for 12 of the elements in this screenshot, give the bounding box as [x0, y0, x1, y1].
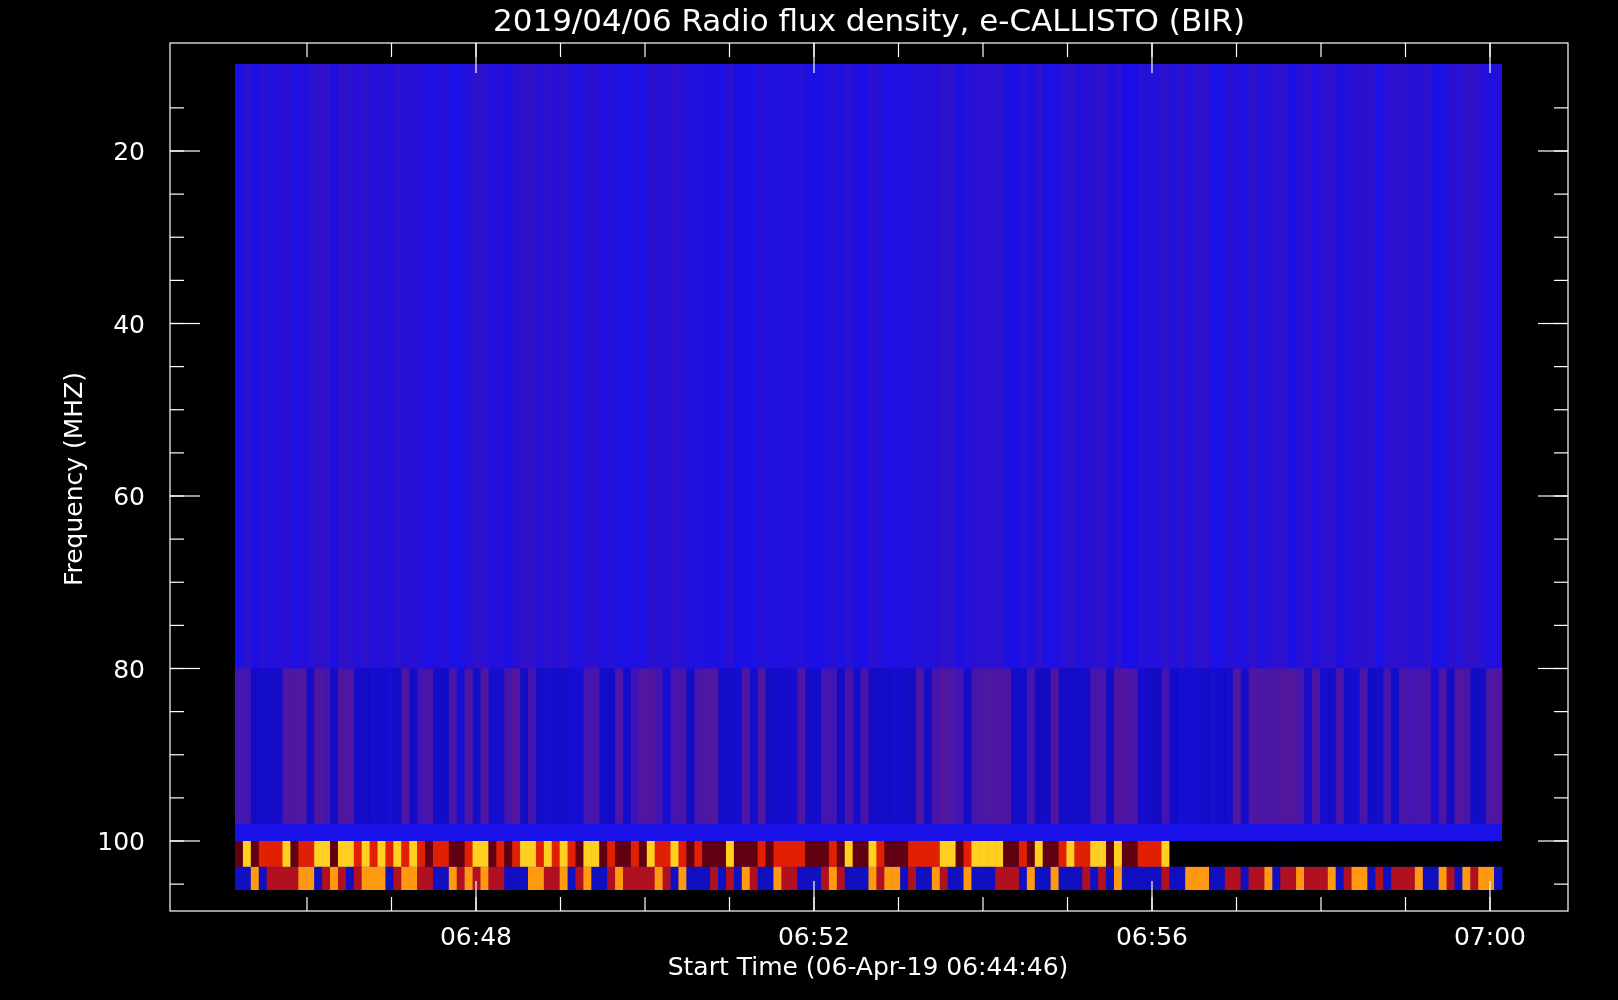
- y-tick-label: 80: [113, 654, 145, 684]
- x-tick-label: 06:56: [1116, 922, 1188, 951]
- plot-title: 2019/04/06 Radio flux density, e-CALLISTO (BIR): [493, 2, 1245, 38]
- y-tick-label: 60: [113, 482, 145, 511]
- y-axis-label: Frequency (MHZ): [59, 371, 88, 587]
- x-tick-label: 06:48: [440, 922, 512, 951]
- x-axis-label: Start Time (06-Apr-19 06:44:46): [667, 952, 1069, 981]
- y-tick-label: 20: [113, 137, 145, 166]
- y-tick-label: 100: [97, 827, 145, 856]
- y-tick-label: 40: [113, 309, 145, 339]
- x-tick-label: 07:00: [1454, 922, 1526, 951]
- x-tick-label: 06:52: [778, 922, 850, 951]
